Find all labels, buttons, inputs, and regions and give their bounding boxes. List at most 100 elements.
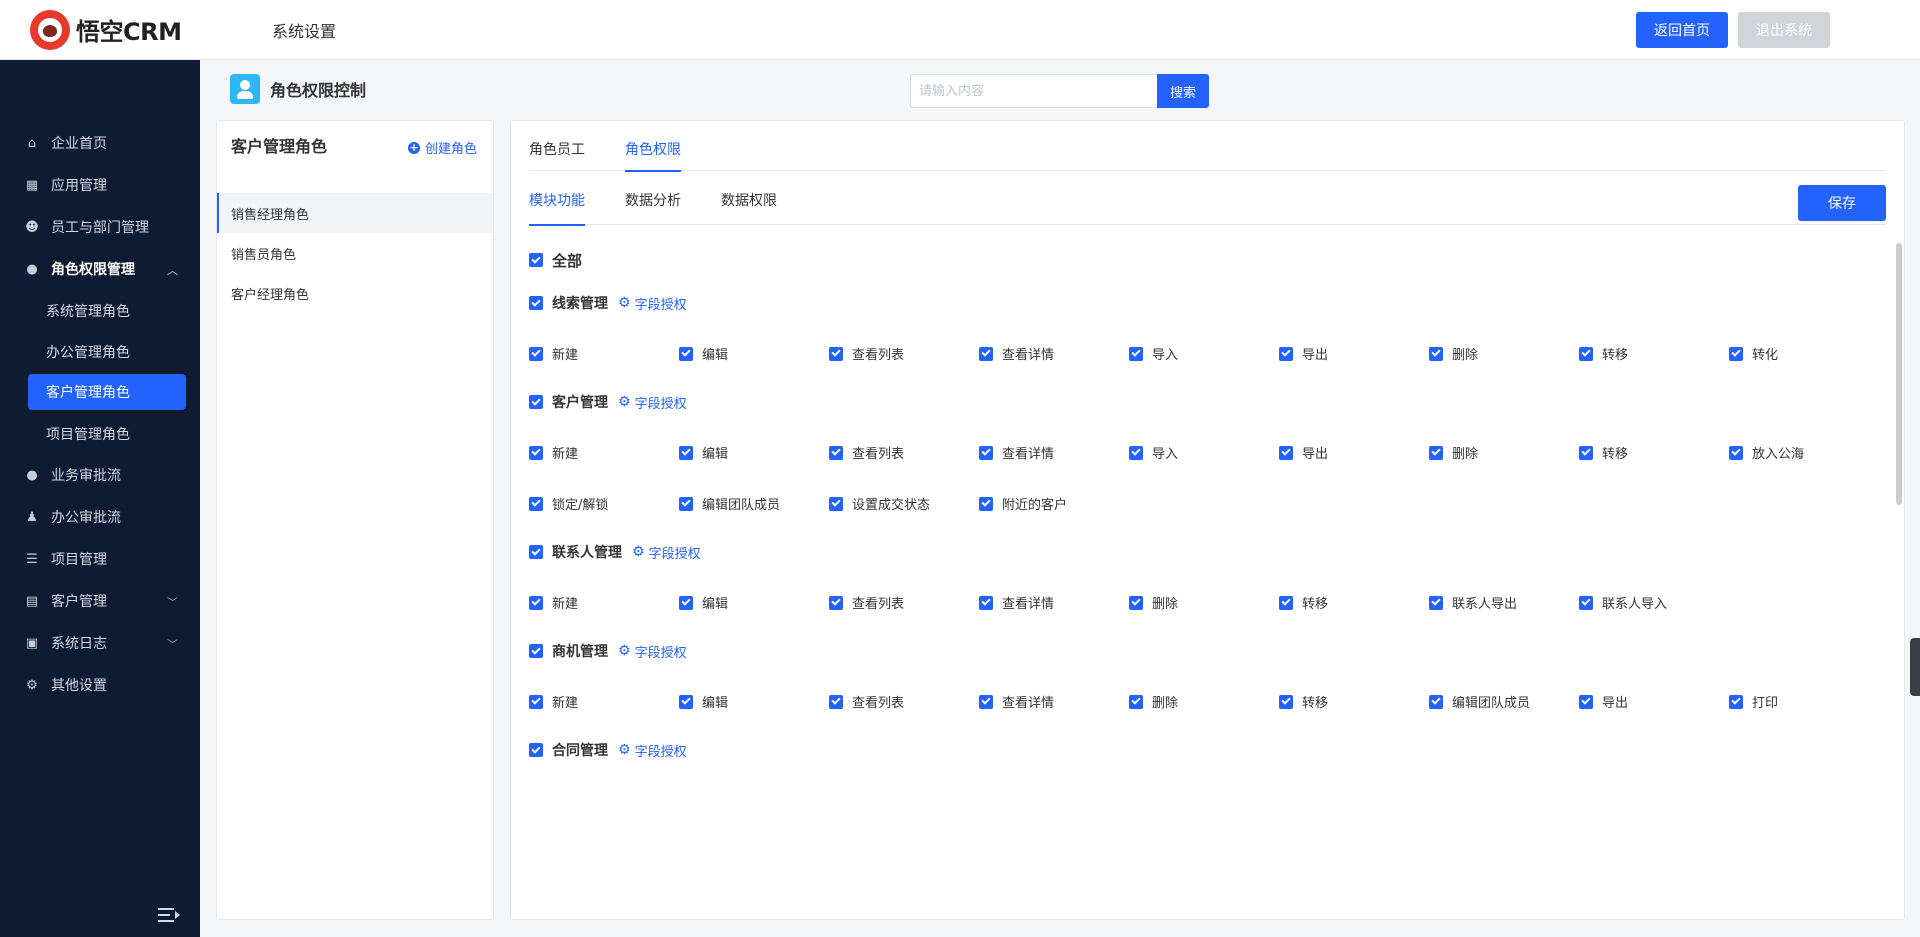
field-auth-link[interactable]: ⚙ 字段授权 bbox=[618, 642, 687, 661]
permission-item[interactable]: 导出 bbox=[1279, 328, 1429, 379]
permission-item[interactable]: 转移 bbox=[1279, 577, 1429, 628]
permission-item[interactable]: 导出 bbox=[1279, 427, 1429, 478]
permission-checkbox[interactable] bbox=[1579, 595, 1593, 610]
module-header[interactable]: 合同管理 ⚙ 字段授权 bbox=[529, 731, 1886, 769]
permission-item[interactable]: 锁定/解锁 bbox=[529, 478, 679, 529]
tab-data-permission[interactable]: 数据权限 bbox=[721, 177, 777, 225]
permission-checkbox[interactable] bbox=[1579, 694, 1593, 709]
back-home-button[interactable]: 返回首页 bbox=[1636, 12, 1728, 48]
module-header[interactable]: 商机管理 ⚙ 字段授权 bbox=[529, 632, 1886, 670]
permission-item[interactable]: 打印 bbox=[1729, 676, 1879, 727]
permission-checkbox[interactable] bbox=[679, 694, 693, 709]
permission-item[interactable]: 编辑 bbox=[679, 676, 829, 727]
collapse-menu-icon[interactable] bbox=[158, 907, 180, 923]
permission-checkbox[interactable] bbox=[979, 445, 993, 460]
sidebar-item-office-approval[interactable]: ♟ 办公审批流 bbox=[0, 496, 200, 538]
permission-item[interactable]: 转移 bbox=[1579, 427, 1729, 478]
permission-item[interactable]: 查看列表 bbox=[829, 328, 979, 379]
permission-checkbox[interactable] bbox=[1279, 445, 1293, 460]
sidebar-item-apps[interactable]: ▦ 应用管理 bbox=[0, 164, 200, 206]
sidebar-subitem-project-role[interactable]: 项目管理角色 bbox=[0, 413, 200, 454]
permission-item[interactable]: 新建 bbox=[529, 676, 679, 727]
permission-checkbox[interactable] bbox=[679, 496, 693, 511]
permission-item[interactable]: 删除 bbox=[1429, 427, 1579, 478]
permission-checkbox[interactable] bbox=[679, 445, 693, 460]
module-checkbox[interactable] bbox=[529, 644, 543, 658]
side-widget-handle[interactable] bbox=[1910, 638, 1920, 696]
permission-item[interactable]: 查看列表 bbox=[829, 577, 979, 628]
role-item[interactable]: 销售经理角色 bbox=[217, 193, 493, 233]
sidebar-subitem-office-role[interactable]: 办公管理角色 bbox=[0, 331, 200, 372]
search-button[interactable]: 搜索 bbox=[1157, 74, 1209, 108]
sidebar-item-project[interactable]: ☰ 项目管理 bbox=[0, 538, 200, 580]
permission-checkbox[interactable] bbox=[529, 346, 543, 361]
permission-item[interactable]: 查看详情 bbox=[979, 328, 1129, 379]
permission-checkbox[interactable] bbox=[1429, 445, 1443, 460]
field-auth-link[interactable]: ⚙ 字段授权 bbox=[618, 294, 687, 313]
permission-checkbox[interactable] bbox=[829, 694, 843, 709]
permission-item[interactable]: 查看详情 bbox=[979, 427, 1129, 478]
permission-checkbox[interactable] bbox=[1129, 445, 1143, 460]
permission-item[interactable]: 新建 bbox=[529, 427, 679, 478]
permission-item[interactable]: 删除 bbox=[1129, 577, 1279, 628]
permission-item[interactable]: 联系人导入 bbox=[1579, 577, 1729, 628]
permission-item[interactable]: 删除 bbox=[1429, 328, 1579, 379]
permission-checkbox[interactable] bbox=[1279, 694, 1293, 709]
permission-item[interactable]: 转化 bbox=[1729, 328, 1879, 379]
permission-checkbox[interactable] bbox=[979, 496, 993, 511]
tab-data-analysis[interactable]: 数据分析 bbox=[625, 177, 681, 225]
module-header[interactable]: 线索管理 ⚙ 字段授权 bbox=[529, 284, 1886, 322]
permission-checkbox[interactable] bbox=[1279, 595, 1293, 610]
role-item[interactable]: 客户经理角色 bbox=[217, 273, 493, 313]
permission-item[interactable]: 查看列表 bbox=[829, 676, 979, 727]
sidebar-item-other[interactable]: ⚙ 其他设置 bbox=[0, 664, 200, 706]
permission-item[interactable]: 设置成交状态 bbox=[829, 478, 979, 529]
sidebar-item-customer[interactable]: ▤ 客户管理 ﹀ bbox=[0, 580, 200, 622]
permission-item[interactable]: 放入公海 bbox=[1729, 427, 1879, 478]
permission-checkbox[interactable] bbox=[979, 346, 993, 361]
permission-item[interactable]: 删除 bbox=[1129, 676, 1279, 727]
permission-item[interactable]: 编辑 bbox=[679, 577, 829, 628]
permission-item[interactable]: 编辑 bbox=[679, 427, 829, 478]
search-input[interactable] bbox=[910, 74, 1157, 108]
sidebar-item-home[interactable]: ⌂ 企业首页 bbox=[0, 122, 200, 164]
permission-item[interactable]: 导入 bbox=[1129, 328, 1279, 379]
tab-role-staff[interactable]: 角色员工 bbox=[529, 121, 585, 171]
permission-item[interactable]: 联系人导出 bbox=[1429, 577, 1579, 628]
permission-checkbox[interactable] bbox=[829, 346, 843, 361]
permission-checkbox[interactable] bbox=[529, 694, 543, 709]
permission-checkbox[interactable] bbox=[529, 496, 543, 511]
permission-item[interactable]: 查看列表 bbox=[829, 427, 979, 478]
select-all-checkbox[interactable] bbox=[529, 253, 543, 267]
permission-checkbox[interactable] bbox=[1429, 595, 1443, 610]
permission-checkbox[interactable] bbox=[529, 595, 543, 610]
logo[interactable]: 悟空CRM bbox=[30, 9, 200, 50]
permission-item[interactable]: 查看详情 bbox=[979, 577, 1129, 628]
sidebar-item-biz-approval[interactable]: ● 业务审批流 bbox=[0, 454, 200, 496]
sidebar-subitem-customer-role[interactable]: 客户管理角色 bbox=[28, 374, 186, 410]
module-header[interactable]: 联系人管理 ⚙ 字段授权 bbox=[529, 533, 1886, 571]
field-auth-link[interactable]: ⚙ 字段授权 bbox=[632, 543, 701, 562]
permission-checkbox[interactable] bbox=[1729, 346, 1743, 361]
permission-item[interactable]: 编辑 bbox=[679, 328, 829, 379]
permission-checkbox[interactable] bbox=[1579, 346, 1593, 361]
module-checkbox[interactable] bbox=[529, 743, 543, 757]
permission-item[interactable]: 转移 bbox=[1279, 676, 1429, 727]
logout-button[interactable]: 退出系统 bbox=[1738, 12, 1830, 48]
permission-checkbox[interactable] bbox=[979, 595, 993, 610]
sidebar-item-staff[interactable]: ☻ 员工与部门管理 bbox=[0, 206, 200, 248]
permission-item[interactable]: 查看详情 bbox=[979, 676, 1129, 727]
permission-checkbox[interactable] bbox=[1279, 346, 1293, 361]
permission-checkbox[interactable] bbox=[679, 595, 693, 610]
permission-checkbox[interactable] bbox=[1429, 694, 1443, 709]
permission-checkbox[interactable] bbox=[1429, 346, 1443, 361]
permission-item[interactable]: 新建 bbox=[529, 328, 679, 379]
role-item[interactable]: 销售员角色 bbox=[217, 233, 493, 273]
permission-checkbox[interactable] bbox=[1579, 445, 1593, 460]
permission-item[interactable]: 编辑团队成员 bbox=[679, 478, 829, 529]
module-checkbox[interactable] bbox=[529, 296, 543, 310]
permission-item[interactable]: 转移 bbox=[1579, 328, 1729, 379]
permission-item[interactable]: 新建 bbox=[529, 577, 679, 628]
tab-role-permission[interactable]: 角色权限 bbox=[625, 121, 681, 172]
sidebar-item-roles[interactable]: ● 角色权限管理 ︿ bbox=[0, 248, 200, 290]
